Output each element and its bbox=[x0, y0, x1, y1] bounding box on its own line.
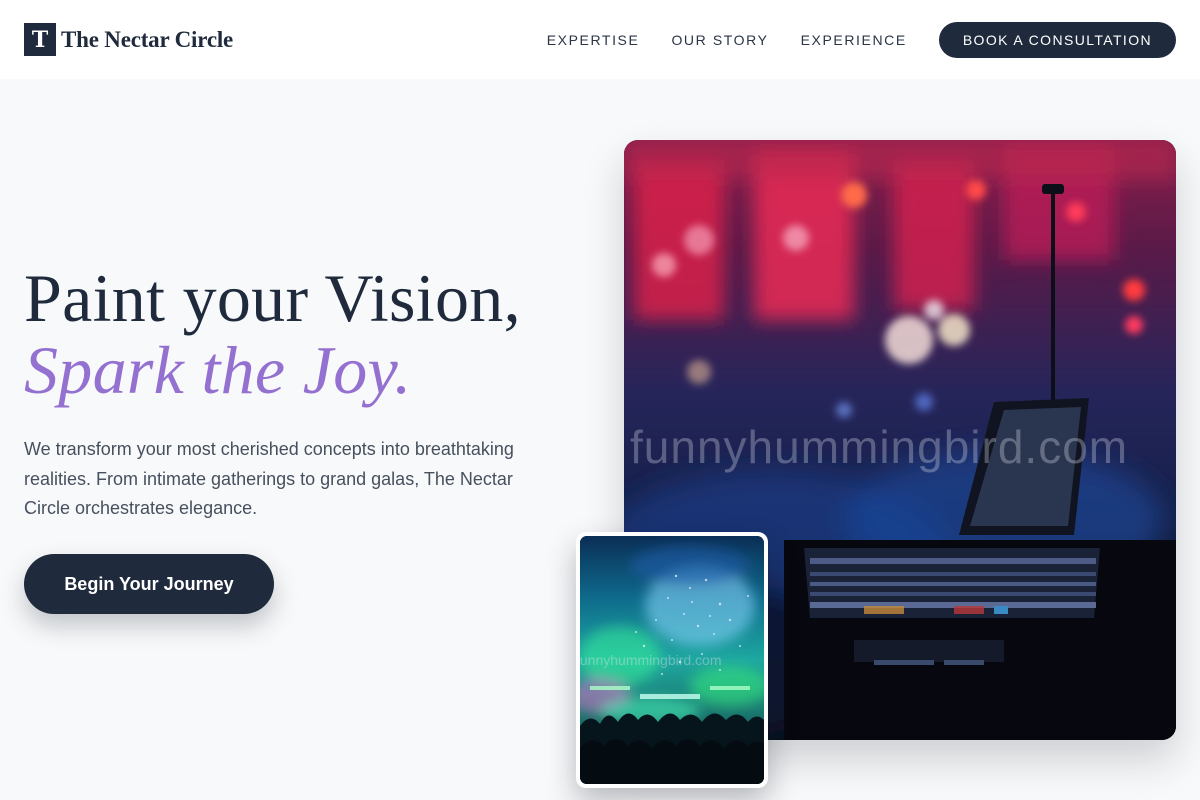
site-header: T The Nectar Circle EXPERTISE OUR STORY … bbox=[0, 0, 1200, 79]
nav-link-expertise[interactable]: EXPERTISE bbox=[547, 32, 640, 48]
card-image-watermark: funnyhummingbird.com bbox=[580, 652, 722, 668]
hero-title-line-1: Paint your Vision, bbox=[24, 260, 521, 336]
brand-mark-icon: T bbox=[24, 23, 56, 56]
main-image-watermark: funnyhummingbird.com bbox=[630, 421, 1129, 473]
begin-journey-button[interactable]: Begin Your Journey bbox=[24, 554, 274, 614]
hero-description: We transform your most cherished concept… bbox=[24, 439, 514, 518]
hero-title: Paint your Vision, Spark the Joy. bbox=[24, 262, 521, 406]
nav-link-our-story[interactable]: OUR STORY bbox=[671, 32, 768, 48]
hero-secondary-image: funnyhummingbird.com bbox=[580, 536, 764, 784]
brand-logo[interactable]: T The Nectar Circle bbox=[24, 23, 233, 56]
brand-name: The Nectar Circle bbox=[61, 26, 234, 52]
hero-secondary-image-card: funnyhummingbird.com bbox=[576, 532, 768, 788]
book-consultation-button[interactable]: BOOK A CONSULTATION bbox=[938, 21, 1176, 58]
nav-link-experience[interactable]: EXPERIENCE bbox=[801, 32, 907, 48]
hero-title-line-2: Spark the Joy. bbox=[24, 332, 412, 408]
main-nav: EXPERTISE OUR STORY EXPERIENCE BOOK A CO… bbox=[547, 21, 1176, 58]
